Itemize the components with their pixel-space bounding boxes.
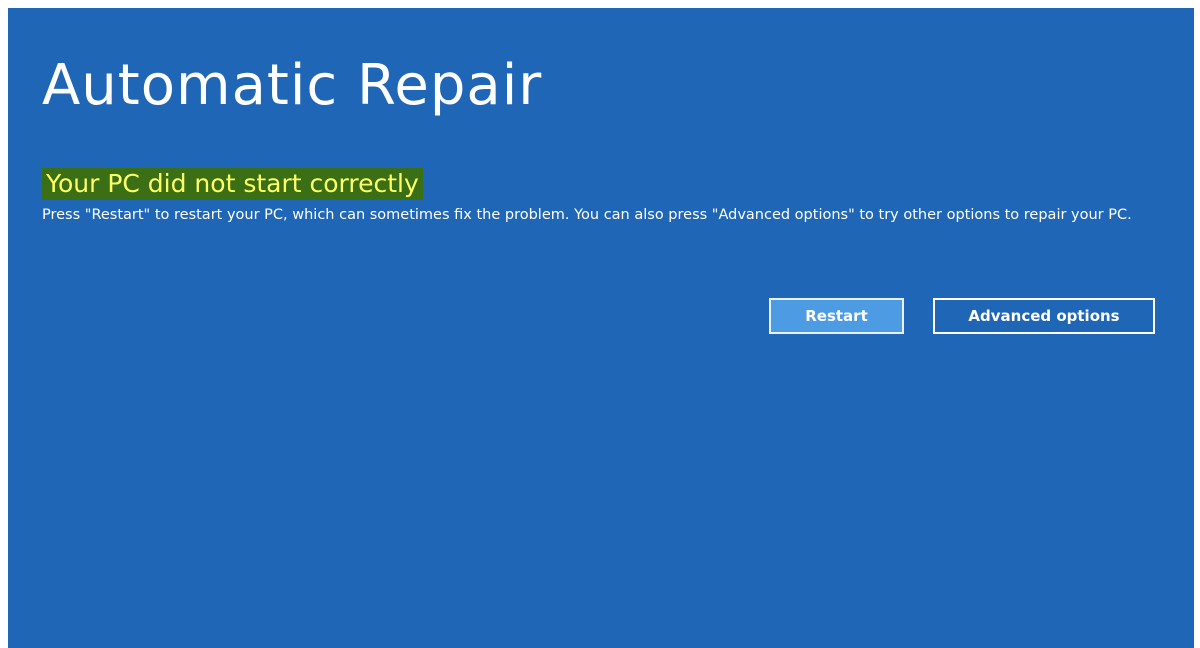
error-subtitle: Your PC did not start correctly bbox=[42, 168, 423, 200]
error-message: Press "Restart" to restart your PC, whic… bbox=[42, 207, 1132, 223]
advanced-options-button[interactable]: Advanced options bbox=[933, 298, 1155, 334]
recovery-screen: Automatic Repair Your PC did not start c… bbox=[8, 8, 1194, 648]
restart-button[interactable]: Restart bbox=[769, 298, 904, 334]
page-title: Automatic Repair bbox=[42, 53, 543, 118]
